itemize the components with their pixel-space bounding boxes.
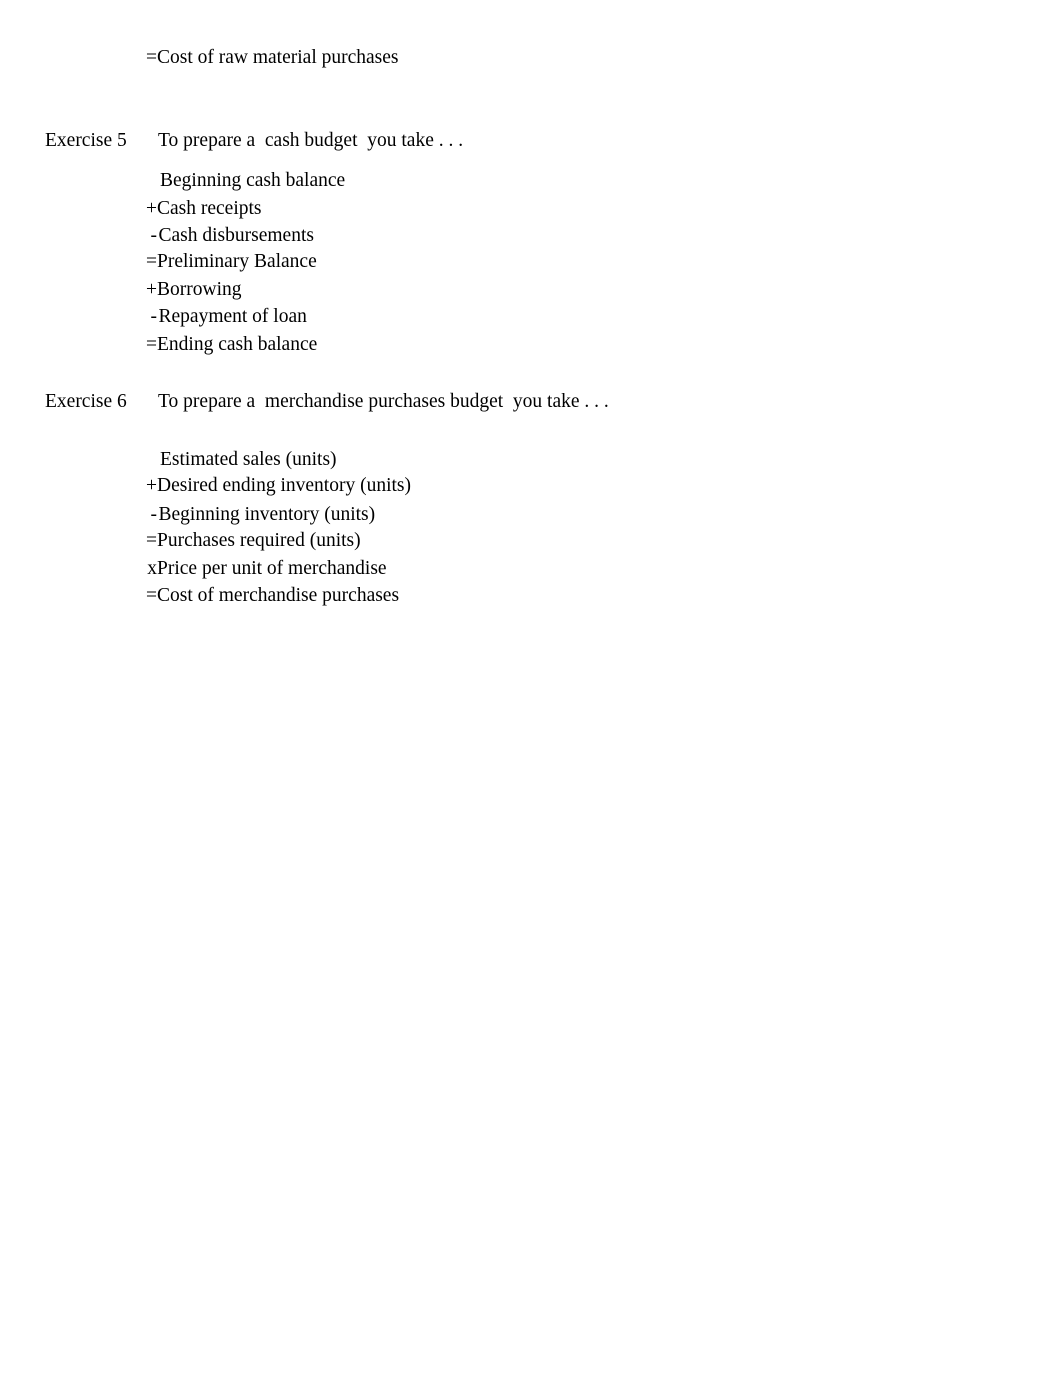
formula-term: Beginning inventory (units): [158, 504, 376, 525]
operator-symbol: +: [146, 475, 157, 496]
operator-symbol: x: [147, 558, 157, 579]
exercise-6-line-4: = Purchases required (units): [138, 531, 361, 551]
operator-symbol: -: [150, 504, 158, 525]
exercise-5-line-5: + Borrowing: [138, 280, 242, 300]
formula-term: Repayment of loan: [158, 306, 307, 327]
exercise-6-line-6: = Cost of merchandise purchases: [138, 586, 399, 606]
operator-symbol: =: [146, 251, 157, 272]
operator-symbol: =: [146, 585, 157, 606]
formula-term: Cash disbursements: [158, 225, 314, 246]
exercise-5-line-4: = Preliminary Balance: [138, 252, 317, 272]
exercise-6-line-1: Estimated sales (units): [138, 450, 337, 470]
operator-symbol: =: [146, 334, 157, 355]
orphan-formula-row: = Cost of raw material purchases: [138, 48, 399, 68]
operator-symbol: =: [146, 530, 157, 551]
formula-term: Beginning cash balance: [160, 170, 346, 191]
operator-symbol: -: [150, 225, 158, 246]
document-page: = Cost of raw material purchases Exercise…: [0, 0, 1062, 1376]
operator-symbol: =: [146, 47, 157, 68]
exercise-6-line-3: - Beginning inventory (units): [138, 504, 376, 525]
exercise-5-line-6: - Repayment of loan: [138, 307, 307, 327]
exercise-5-line-2: + Cash receipts: [138, 199, 262, 219]
formula-term: Price per unit of merchandise: [157, 558, 387, 579]
exercise-5-line-1: Beginning cash balance: [138, 171, 345, 191]
formula-term: Ending cash balance: [157, 334, 318, 355]
exercise-6-line-2: + Desired ending inventory (units): [138, 476, 411, 496]
exercise-5-line-3: - Cash disbursements: [138, 226, 314, 246]
operator-symbol: -: [150, 306, 158, 327]
formula-term: Preliminary Balance: [157, 251, 317, 272]
formula-term: Cash receipts: [157, 198, 262, 219]
exercise-5-description: To prepare a cash budget you take . . .: [158, 130, 464, 151]
formula-term: Purchases required (units): [157, 530, 361, 551]
exercise-6-description: To prepare a merchandise purchases budge…: [158, 391, 609, 412]
exercise-6-label: Exercise 6: [45, 391, 127, 412]
exercise-5-label: Exercise 5: [45, 130, 127, 151]
formula-term: Estimated sales (units): [160, 449, 337, 470]
formula-term: Desired ending inventory (units): [157, 475, 411, 496]
formula-term: Cost of merchandise purchases: [157, 585, 400, 606]
formula-term: Borrowing: [157, 279, 242, 300]
exercise-5-line-7: = Ending cash balance: [138, 335, 317, 355]
operator-symbol: +: [146, 279, 157, 300]
operator-symbol: +: [146, 198, 157, 219]
exercise-6-line-5: x Price per unit of merchandise: [138, 558, 387, 579]
formula-term: Cost of raw material purchases: [157, 47, 399, 68]
